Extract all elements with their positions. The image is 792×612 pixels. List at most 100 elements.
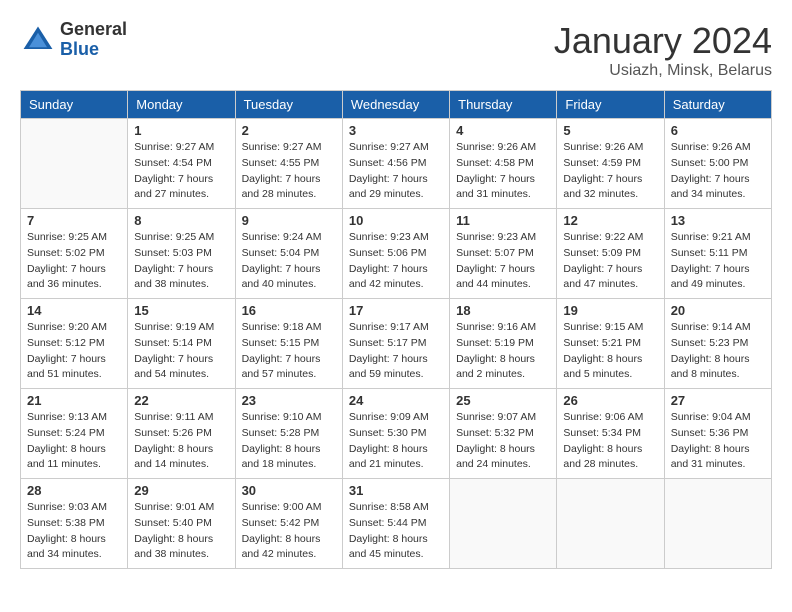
- calendar-day-cell: 29 Sunrise: 9:01 AMSunset: 5:40 PMDayligh…: [128, 479, 235, 569]
- day-info: Sunrise: 9:26 AMSunset: 4:58 PMDaylight:…: [456, 140, 550, 203]
- day-info: Sunrise: 9:00 AMSunset: 5:42 PMDaylight:…: [242, 500, 336, 563]
- logo-general-text: General: [60, 20, 127, 40]
- day-info: Sunrise: 9:01 AMSunset: 5:40 PMDaylight:…: [134, 500, 228, 563]
- calendar-day-cell: [557, 479, 664, 569]
- day-info: Sunrise: 9:17 AMSunset: 5:17 PMDaylight:…: [349, 320, 443, 383]
- day-number: 24: [349, 393, 443, 408]
- day-info: Sunrise: 9:23 AMSunset: 5:07 PMDaylight:…: [456, 230, 550, 293]
- day-number: 6: [671, 123, 765, 138]
- calendar-week-row: 1 Sunrise: 9:27 AMSunset: 4:54 PMDaylight…: [21, 119, 772, 209]
- calendar-day-cell: 1 Sunrise: 9:27 AMSunset: 4:54 PMDaylight…: [128, 119, 235, 209]
- day-info: Sunrise: 9:06 AMSunset: 5:34 PMDaylight:…: [563, 410, 657, 473]
- calendar-week-row: 28Sunrise: 9:03 AMSunset: 5:38 PMDayligh…: [21, 479, 772, 569]
- calendar-day-cell: 10 Sunrise: 9:23 AMSunset: 5:06 PMDayligh…: [342, 209, 449, 299]
- day-number: 14: [27, 303, 121, 318]
- day-number: 9: [242, 213, 336, 228]
- calendar-day-cell: 25 Sunrise: 9:07 AMSunset: 5:32 PMDayligh…: [450, 389, 557, 479]
- calendar-day-cell: 7 Sunrise: 9:25 AMSunset: 5:02 PMDaylight…: [21, 209, 128, 299]
- day-number: 19: [563, 303, 657, 318]
- calendar-day-cell: 2 Sunrise: 9:27 AMSunset: 4:55 PMDaylight…: [235, 119, 342, 209]
- calendar-day-cell: 12 Sunrise: 9:22 AMSunset: 5:09 PMDayligh…: [557, 209, 664, 299]
- day-number: 8: [134, 213, 228, 228]
- day-of-week-header: Tuesday: [235, 91, 342, 119]
- calendar-day-cell: 18 Sunrise: 9:16 AMSunset: 5:19 PMDayligh…: [450, 299, 557, 389]
- day-number: 11: [456, 213, 550, 228]
- calendar-day-cell: 17 Sunrise: 9:17 AMSunset: 5:17 PMDayligh…: [342, 299, 449, 389]
- day-number: 13: [671, 213, 765, 228]
- day-number: 17: [349, 303, 443, 318]
- day-number: 29: [134, 483, 228, 498]
- day-info: Sunrise: 9:15 AMSunset: 5:21 PMDaylight:…: [563, 320, 657, 383]
- day-info: Sunrise: 9:23 AMSunset: 5:06 PMDaylight:…: [349, 230, 443, 293]
- calendar-day-cell: 26 Sunrise: 9:06 AMSunset: 5:34 PMDayligh…: [557, 389, 664, 479]
- calendar-day-cell: 8 Sunrise: 9:25 AMSunset: 5:03 PMDaylight…: [128, 209, 235, 299]
- day-info: Sunrise: 9:22 AMSunset: 5:09 PMDaylight:…: [563, 230, 657, 293]
- calendar-day-cell: 13 Sunrise: 9:21 AMSunset: 5:11 PMDayligh…: [664, 209, 771, 299]
- month-title: January 2024: [554, 20, 772, 62]
- calendar-week-row: 21 Sunrise: 9:13 AMSunset: 5:24 PMDayligh…: [21, 389, 772, 479]
- day-number: 5: [563, 123, 657, 138]
- day-number: 27: [671, 393, 765, 408]
- day-of-week-header: Saturday: [664, 91, 771, 119]
- day-info: Sunrise: 9:20 AMSunset: 5:12 PMDaylight:…: [27, 320, 121, 383]
- day-number: 3: [349, 123, 443, 138]
- location-text: Usiazh, Minsk, Belarus: [554, 62, 772, 80]
- day-info: Sunrise: 8:58 AMSunset: 5:44 PMDaylight:…: [349, 500, 443, 563]
- day-info: Sunrise: 9:13 AMSunset: 5:24 PMDaylight:…: [27, 410, 121, 473]
- day-number: 2: [242, 123, 336, 138]
- day-info: Sunrise: 9:21 AMSunset: 5:11 PMDaylight:…: [671, 230, 765, 293]
- day-of-week-header: Sunday: [21, 91, 128, 119]
- day-number: 26: [563, 393, 657, 408]
- calendar-day-cell: [664, 479, 771, 569]
- day-number: 10: [349, 213, 443, 228]
- day-info: Sunrise: 9:26 AMSunset: 5:00 PMDaylight:…: [671, 140, 765, 203]
- day-number: 30: [242, 483, 336, 498]
- day-info: Sunrise: 9:27 AMSunset: 4:55 PMDaylight:…: [242, 140, 336, 203]
- day-of-week-header: Thursday: [450, 91, 557, 119]
- day-number: 7: [27, 213, 121, 228]
- day-info: Sunrise: 9:09 AMSunset: 5:30 PMDaylight:…: [349, 410, 443, 473]
- day-info: Sunrise: 9:14 AMSunset: 5:23 PMDaylight:…: [671, 320, 765, 383]
- day-info: Sunrise: 9:25 AMSunset: 5:03 PMDaylight:…: [134, 230, 228, 293]
- calendar-day-cell: 11 Sunrise: 9:23 AMSunset: 5:07 PMDayligh…: [450, 209, 557, 299]
- day-info: Sunrise: 9:27 AMSunset: 4:54 PMDaylight:…: [134, 140, 228, 203]
- calendar-day-cell: 6 Sunrise: 9:26 AMSunset: 5:00 PMDaylight…: [664, 119, 771, 209]
- day-number: 21: [27, 393, 121, 408]
- day-number: 23: [242, 393, 336, 408]
- day-of-week-header: Friday: [557, 91, 664, 119]
- day-number: 15: [134, 303, 228, 318]
- day-number: 31: [349, 483, 443, 498]
- calendar-day-cell: 20Sunrise: 9:14 AMSunset: 5:23 PMDayligh…: [664, 299, 771, 389]
- page-header: General Blue January 2024 Usiazh, Minsk,…: [20, 20, 772, 80]
- day-number: 4: [456, 123, 550, 138]
- logo-text: General Blue: [60, 20, 127, 60]
- calendar-day-cell: [21, 119, 128, 209]
- day-info: Sunrise: 9:24 AMSunset: 5:04 PMDaylight:…: [242, 230, 336, 293]
- day-number: 12: [563, 213, 657, 228]
- calendar-day-cell: 27Sunrise: 9:04 AMSunset: 5:36 PMDayligh…: [664, 389, 771, 479]
- calendar-day-cell: 22Sunrise: 9:11 AMSunset: 5:26 PMDayligh…: [128, 389, 235, 479]
- calendar-week-row: 14 Sunrise: 9:20 AMSunset: 5:12 PMDayligh…: [21, 299, 772, 389]
- logo-icon: [20, 22, 56, 58]
- day-of-week-header: Wednesday: [342, 91, 449, 119]
- day-info: Sunrise: 9:16 AMSunset: 5:19 PMDaylight:…: [456, 320, 550, 383]
- calendar-day-cell: 9 Sunrise: 9:24 AMSunset: 5:04 PMDaylight…: [235, 209, 342, 299]
- day-info: Sunrise: 9:10 AMSunset: 5:28 PMDaylight:…: [242, 410, 336, 473]
- calendar-day-cell: 24 Sunrise: 9:09 AMSunset: 5:30 PMDayligh…: [342, 389, 449, 479]
- calendar-table: SundayMondayTuesdayWednesdayThursdayFrid…: [20, 90, 772, 569]
- day-number: 18: [456, 303, 550, 318]
- calendar-day-cell: 4 Sunrise: 9:26 AMSunset: 4:58 PMDaylight…: [450, 119, 557, 209]
- day-info: Sunrise: 9:07 AMSunset: 5:32 PMDaylight:…: [456, 410, 550, 473]
- calendar-day-cell: 15Sunrise: 9:19 AMSunset: 5:14 PMDayligh…: [128, 299, 235, 389]
- day-number: 1: [134, 123, 228, 138]
- calendar-day-cell: 31 Sunrise: 8:58 AMSunset: 5:44 PMDayligh…: [342, 479, 449, 569]
- calendar-week-row: 7 Sunrise: 9:25 AMSunset: 5:02 PMDaylight…: [21, 209, 772, 299]
- day-info: Sunrise: 9:27 AMSunset: 4:56 PMDaylight:…: [349, 140, 443, 203]
- day-number: 25: [456, 393, 550, 408]
- day-number: 22: [134, 393, 228, 408]
- calendar-day-cell: 23 Sunrise: 9:10 AMSunset: 5:28 PMDayligh…: [235, 389, 342, 479]
- day-info: Sunrise: 9:25 AMSunset: 5:02 PMDaylight:…: [27, 230, 121, 293]
- calendar-header-row: SundayMondayTuesdayWednesdayThursdayFrid…: [21, 91, 772, 119]
- logo-blue-text: Blue: [60, 40, 127, 60]
- title-area: January 2024 Usiazh, Minsk, Belarus: [554, 20, 772, 80]
